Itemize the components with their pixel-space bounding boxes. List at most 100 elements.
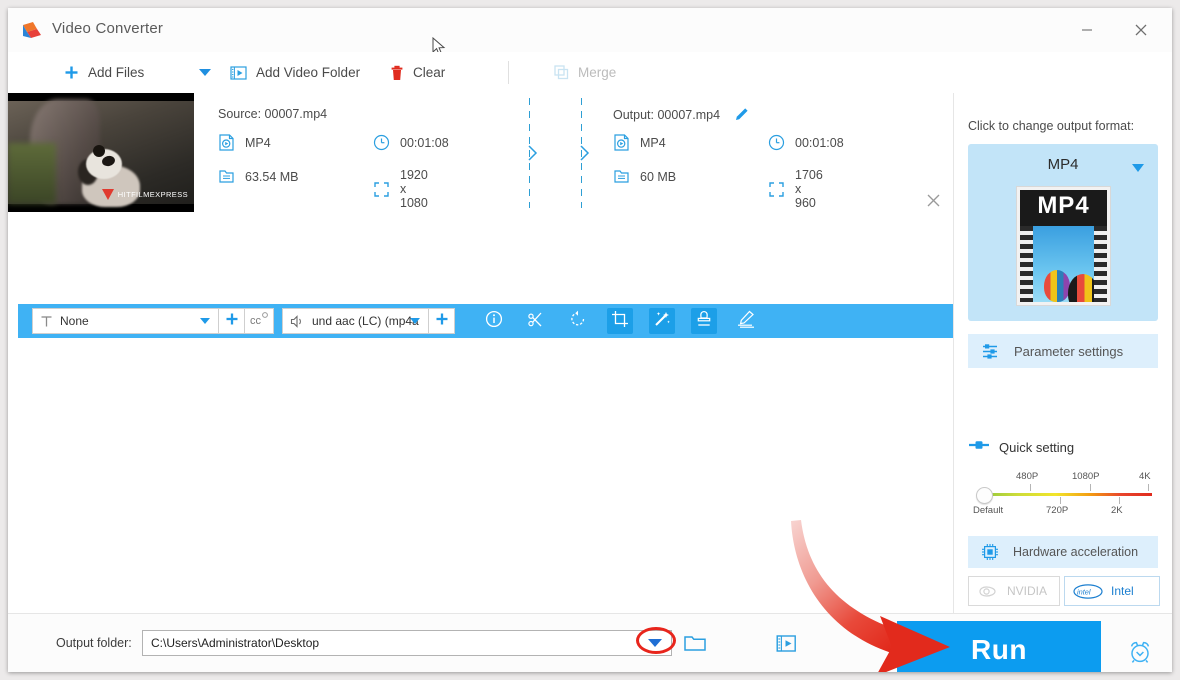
closed-caption-button[interactable]: cc: [245, 308, 274, 334]
output-duration-label: 00:01:08: [795, 135, 844, 150]
watermark-button[interactable]: [691, 308, 717, 334]
chevron-down-icon: [198, 65, 212, 80]
source-info-column: Source: 00007.mp4 MP4 00:01:08 63.54 MB …: [218, 93, 449, 210]
slider-tick: [1148, 484, 1149, 491]
svg-text:intel: intel: [1077, 587, 1091, 596]
plus-icon: [225, 312, 239, 331]
sliders-icon: [982, 343, 1000, 359]
parameter-settings-label: Parameter settings: [1014, 343, 1124, 359]
source-format: MP4: [218, 134, 271, 151]
source-duration: 00:01:08: [373, 134, 449, 151]
schedule-button[interactable]: [1127, 639, 1153, 670]
scissors-cut-icon: [527, 310, 545, 333]
slider-label-4k: 4K: [1139, 471, 1151, 482]
open-video-folder-button[interactable]: [776, 634, 797, 658]
gpu-option-nvidia-label: NVIDIA: [1007, 584, 1048, 598]
intel-icon: intel: [1073, 583, 1103, 599]
hardware-acceleration-label: Hardware acceleration: [1013, 545, 1139, 559]
clock-icon: [768, 134, 785, 151]
slider-handle-icon: [968, 438, 990, 456]
run-button[interactable]: Run: [897, 621, 1101, 672]
output-size: 60 MB: [613, 168, 676, 185]
svg-text:cc: cc: [250, 315, 262, 327]
output-resolution: 1706 x 960: [768, 168, 823, 210]
rotate-button[interactable]: [565, 308, 591, 334]
nvidia-icon: [977, 585, 999, 598]
slider-label-default: Default: [973, 505, 1004, 516]
slider-label-720p: 720P: [1046, 505, 1069, 516]
document-icon: [218, 168, 235, 185]
add-subtitle-button[interactable]: [219, 308, 245, 334]
add-files-dropdown-button[interactable]: [193, 52, 217, 93]
chevron-down-icon[interactable]: [1132, 164, 1144, 172]
watermark-stamp-icon: [695, 310, 713, 333]
file-list-item[interactable]: HITFILMEXPRESS Source: 00007.mp4 MP4 00:…: [8, 93, 953, 252]
effects-button[interactable]: [649, 308, 675, 334]
rotate-icon: [569, 310, 587, 333]
slider-tick: [1030, 484, 1031, 491]
source-size: 63.54 MB: [218, 168, 299, 185]
film-strip-left: [1020, 226, 1033, 302]
parameter-settings-button[interactable]: Parameter settings: [968, 334, 1158, 368]
add-files-button[interactable]: Add Files: [64, 52, 144, 93]
minimize-button[interactable]: [1064, 8, 1110, 52]
output-folder-input[interactable]: [142, 630, 672, 656]
gpu-option-intel[interactable]: intel Intel: [1064, 576, 1160, 606]
clear-button[interactable]: Clear: [390, 52, 445, 93]
info-button[interactable]: [481, 308, 507, 334]
remove-file-button[interactable]: [926, 193, 941, 213]
close-window-button[interactable]: [1118, 8, 1164, 52]
balloon-shape: [1044, 270, 1070, 302]
video-thumbnail[interactable]: HITFILMEXPRESS: [8, 93, 194, 212]
subtitle-select[interactable]: None: [32, 308, 219, 334]
cut-button[interactable]: [523, 308, 549, 334]
output-format-card[interactable]: MP4 MP4: [968, 144, 1158, 321]
source-format-label: MP4: [245, 135, 271, 150]
output-title: Output: 00007.mp4: [613, 107, 721, 122]
crop-icon: [611, 310, 629, 333]
quick-setting-label: Quick setting: [999, 439, 1075, 455]
chevron-down-icon: [200, 318, 210, 324]
thumbnail-panda-ear: [93, 145, 105, 157]
window-title: Video Converter: [52, 20, 164, 37]
add-audio-button[interactable]: [429, 308, 455, 334]
gpu-option-nvidia[interactable]: NVIDIA: [968, 576, 1060, 606]
document-icon: [613, 168, 630, 185]
output-settings-panel: Click to change output format: MP4 MP4 P…: [954, 93, 1172, 613]
merge-icon: [554, 65, 569, 80]
hardware-acceleration-button[interactable]: Hardware acceleration: [968, 536, 1158, 568]
output-format-name: MP4: [1047, 156, 1079, 173]
output-duration: 00:01:08: [768, 134, 844, 151]
speaker-icon: [290, 314, 305, 328]
add-video-folder-button[interactable]: Add Video Folder: [230, 52, 360, 93]
play-logo-icon: [22, 21, 42, 39]
info-icon: [485, 310, 503, 333]
crop-button[interactable]: [607, 308, 633, 334]
video-file-icon: [218, 134, 235, 151]
merge-button[interactable]: Merge: [554, 52, 616, 93]
source-resolution-label: 1920 x 1080: [400, 168, 428, 210]
output-folder-dropdown-button[interactable]: [648, 639, 662, 647]
output-folder-label: Output folder:: [56, 636, 132, 650]
quality-slider-track[interactable]: [980, 493, 1152, 496]
pencil-icon[interactable]: [734, 107, 749, 122]
edit-subtitle-button[interactable]: [733, 308, 759, 334]
source-title: Source: 00007.mp4: [218, 107, 328, 121]
video-folder-icon: [230, 65, 247, 80]
source-duration-label: 00:01:08: [400, 135, 449, 150]
source-size-label: 63.54 MB: [245, 169, 299, 184]
clock-icon: [373, 134, 390, 151]
output-title-row: Output: 00007.mp4: [613, 107, 749, 122]
format-preview-text: MP4: [1037, 192, 1090, 219]
quality-slider-knob[interactable]: [976, 487, 993, 504]
chevron-down-icon: [410, 318, 420, 324]
browse-folder-button[interactable]: [684, 635, 706, 657]
item-action-bar: None cc und aac (LC) (mp4a: [18, 304, 953, 338]
audio-track-select[interactable]: und aac (LC) (mp4a: [282, 308, 429, 334]
gpu-option-intel-label: Intel: [1111, 584, 1134, 598]
output-format-label: MP4: [640, 135, 666, 150]
output-info-column: Output: 00007.mp4 MP4 00:01:08 60 MB 170…: [613, 93, 844, 211]
resize-icon: [768, 181, 785, 198]
watermark-triangle-icon: [101, 189, 114, 200]
chevron-right-icon: [527, 145, 539, 166]
